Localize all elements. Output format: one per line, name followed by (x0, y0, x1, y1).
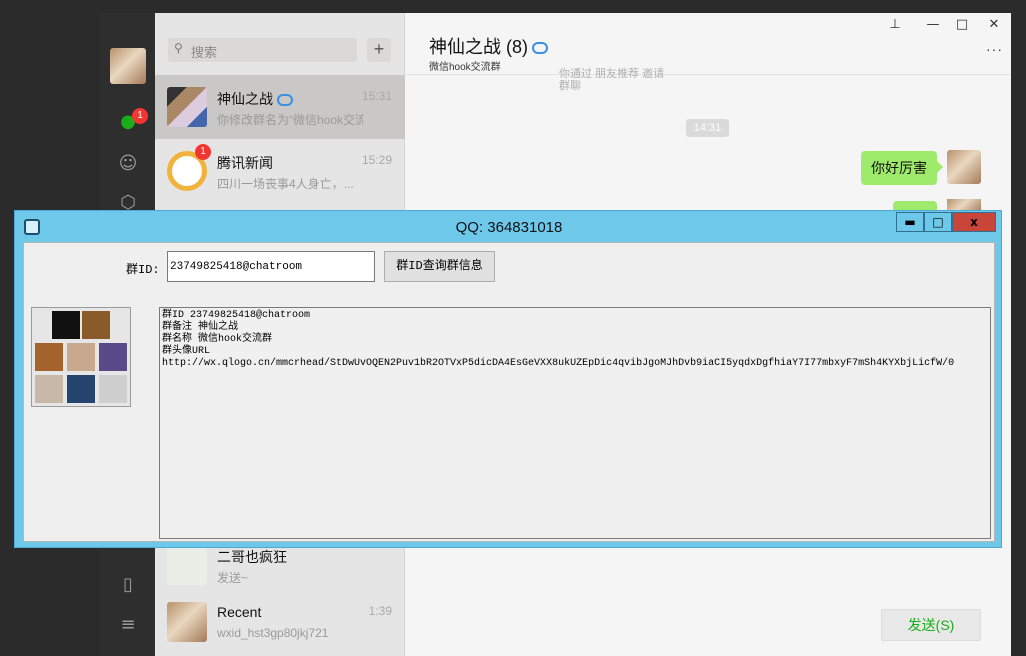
system-message-line: 你通过 朋友推荐 邀请他们加入群聊， (559, 68, 665, 78)
avatar-tile (52, 311, 80, 339)
chat-header: 神仙之战 (8) 微信hook交流群 ⊥ — □ ✕ ··· (405, 13, 1011, 75)
search-placeholder: 搜索 (191, 45, 218, 60)
dialog-body: 群ID: 23749825418@chatroom 群ID查询群信息 群ID 2… (23, 242, 995, 542)
avatar-tile (35, 343, 63, 371)
avatar-tile (99, 375, 127, 403)
close-icon[interactable]: ✕ (984, 17, 1004, 32)
chat-name-row: 神仙之战 (217, 89, 293, 109)
chat-preview: 四川一场丧事4人身亡，... (217, 177, 354, 191)
avatar-tile (35, 375, 63, 403)
chat-time: 15:29 (361, 153, 392, 167)
maximize-icon[interactable]: □ (952, 17, 972, 32)
search-icon: ⚲ (174, 41, 183, 55)
avatar-tile (82, 311, 110, 339)
chat-title: 神仙之战 (8) (429, 37, 528, 57)
chat-list-item[interactable]: 1 腾讯新闻 四川一场丧事4人身亡，... 15:29 (155, 139, 405, 203)
group-chat-icon (277, 94, 293, 107)
add-chat-button[interactable]: + (367, 38, 391, 62)
output-line: 群备注 神仙之战 (162, 322, 239, 333)
phone-icon[interactable]: ▯ (117, 574, 139, 596)
output-line: 群头像URL (162, 346, 211, 357)
minimize-button[interactable]: ▬ (896, 212, 924, 232)
group-id-label: 群ID: (126, 263, 160, 277)
contacts-icon[interactable]: ☺ (117, 153, 139, 175)
chat-preview: wxid_hst3gp80jkj721 (217, 626, 329, 640)
avatar-tile (99, 343, 127, 371)
output-line: http://wx.qlogo.cn/mmcrhead/StDwUvOQEN2P… (162, 358, 955, 369)
chat-unread-badge: 1 (132, 108, 148, 124)
chat-subtitle: 微信hook交流群 (429, 62, 501, 73)
chat-name: Recent (217, 604, 262, 620)
chat-preview: 你修改群名为“微信hook交流群” (217, 113, 363, 127)
group-avatar (167, 87, 207, 127)
chat-name: 神仙之战 (217, 91, 273, 107)
message-bubble[interactable]: 你好厉害 (861, 151, 937, 185)
chat-title-row: 神仙之战 (8) (429, 33, 548, 59)
pin-icon[interactable]: ⊥ (885, 17, 905, 32)
chat-preview: 发送~ (217, 571, 249, 585)
chat-avatar (167, 545, 207, 585)
user-avatar[interactable] (110, 48, 146, 84)
chat-time: 1:39 (368, 604, 392, 618)
minimize-icon[interactable]: — (923, 17, 943, 32)
group-info-tool-window: QQ: 364831018 ▬ □ x 群ID: 23749825418@cha… (14, 210, 1002, 548)
system-message-line: 群聊 (559, 80, 581, 92)
bubble-tail (937, 161, 943, 173)
maximize-button[interactable]: □ (924, 212, 952, 232)
time-tag: 14:31 (686, 119, 729, 137)
chat-name: 二哥也疯狂 (217, 549, 287, 565)
close-button[interactable]: x (952, 212, 996, 232)
my-avatar[interactable] (947, 150, 981, 184)
group-avatar-image (31, 307, 131, 407)
chat-time: 15:31 (361, 89, 392, 103)
output-line: 群ID 23749825418@chatroom (162, 310, 311, 321)
chat-name: 腾讯新闻 (217, 155, 273, 171)
avatar-tile (67, 343, 95, 371)
query-group-info-button[interactable]: 群ID查询群信息 (384, 251, 495, 282)
system-message: 你通过 朋友推荐 邀请他们加入群聊， 群聊 (559, 66, 669, 94)
group-chat-icon (532, 42, 548, 55)
window-title: QQ: 364831018 (455, 219, 563, 236)
more-options-button[interactable]: ··· (986, 41, 1003, 57)
output-line: 群名称 微信hook交流群 (162, 334, 273, 345)
avatar-tile (67, 375, 95, 403)
unread-badge: 1 (195, 144, 211, 160)
menu-icon[interactable]: ≡ (117, 614, 139, 636)
group-info-output[interactable]: 群ID 23749825418@chatroom 群备注 神仙之战 群名称 微信… (159, 307, 991, 539)
chat-list-item[interactable]: 神仙之战 你修改群名为“微信hook交流群” 15:31 (155, 75, 405, 139)
search-input[interactable]: ⚲ 搜索 (168, 38, 357, 62)
send-button[interactable]: 发送(S) (881, 609, 981, 641)
group-id-input[interactable]: 23749825418@chatroom (167, 251, 375, 282)
chat-list-item[interactable]: Recent wxid_hst3gp80jkj721 1:39 (155, 590, 405, 654)
desktop: { "wechat": { "search_placeholder": "搜索"… (0, 0, 1026, 656)
chat-avatar (167, 602, 207, 642)
